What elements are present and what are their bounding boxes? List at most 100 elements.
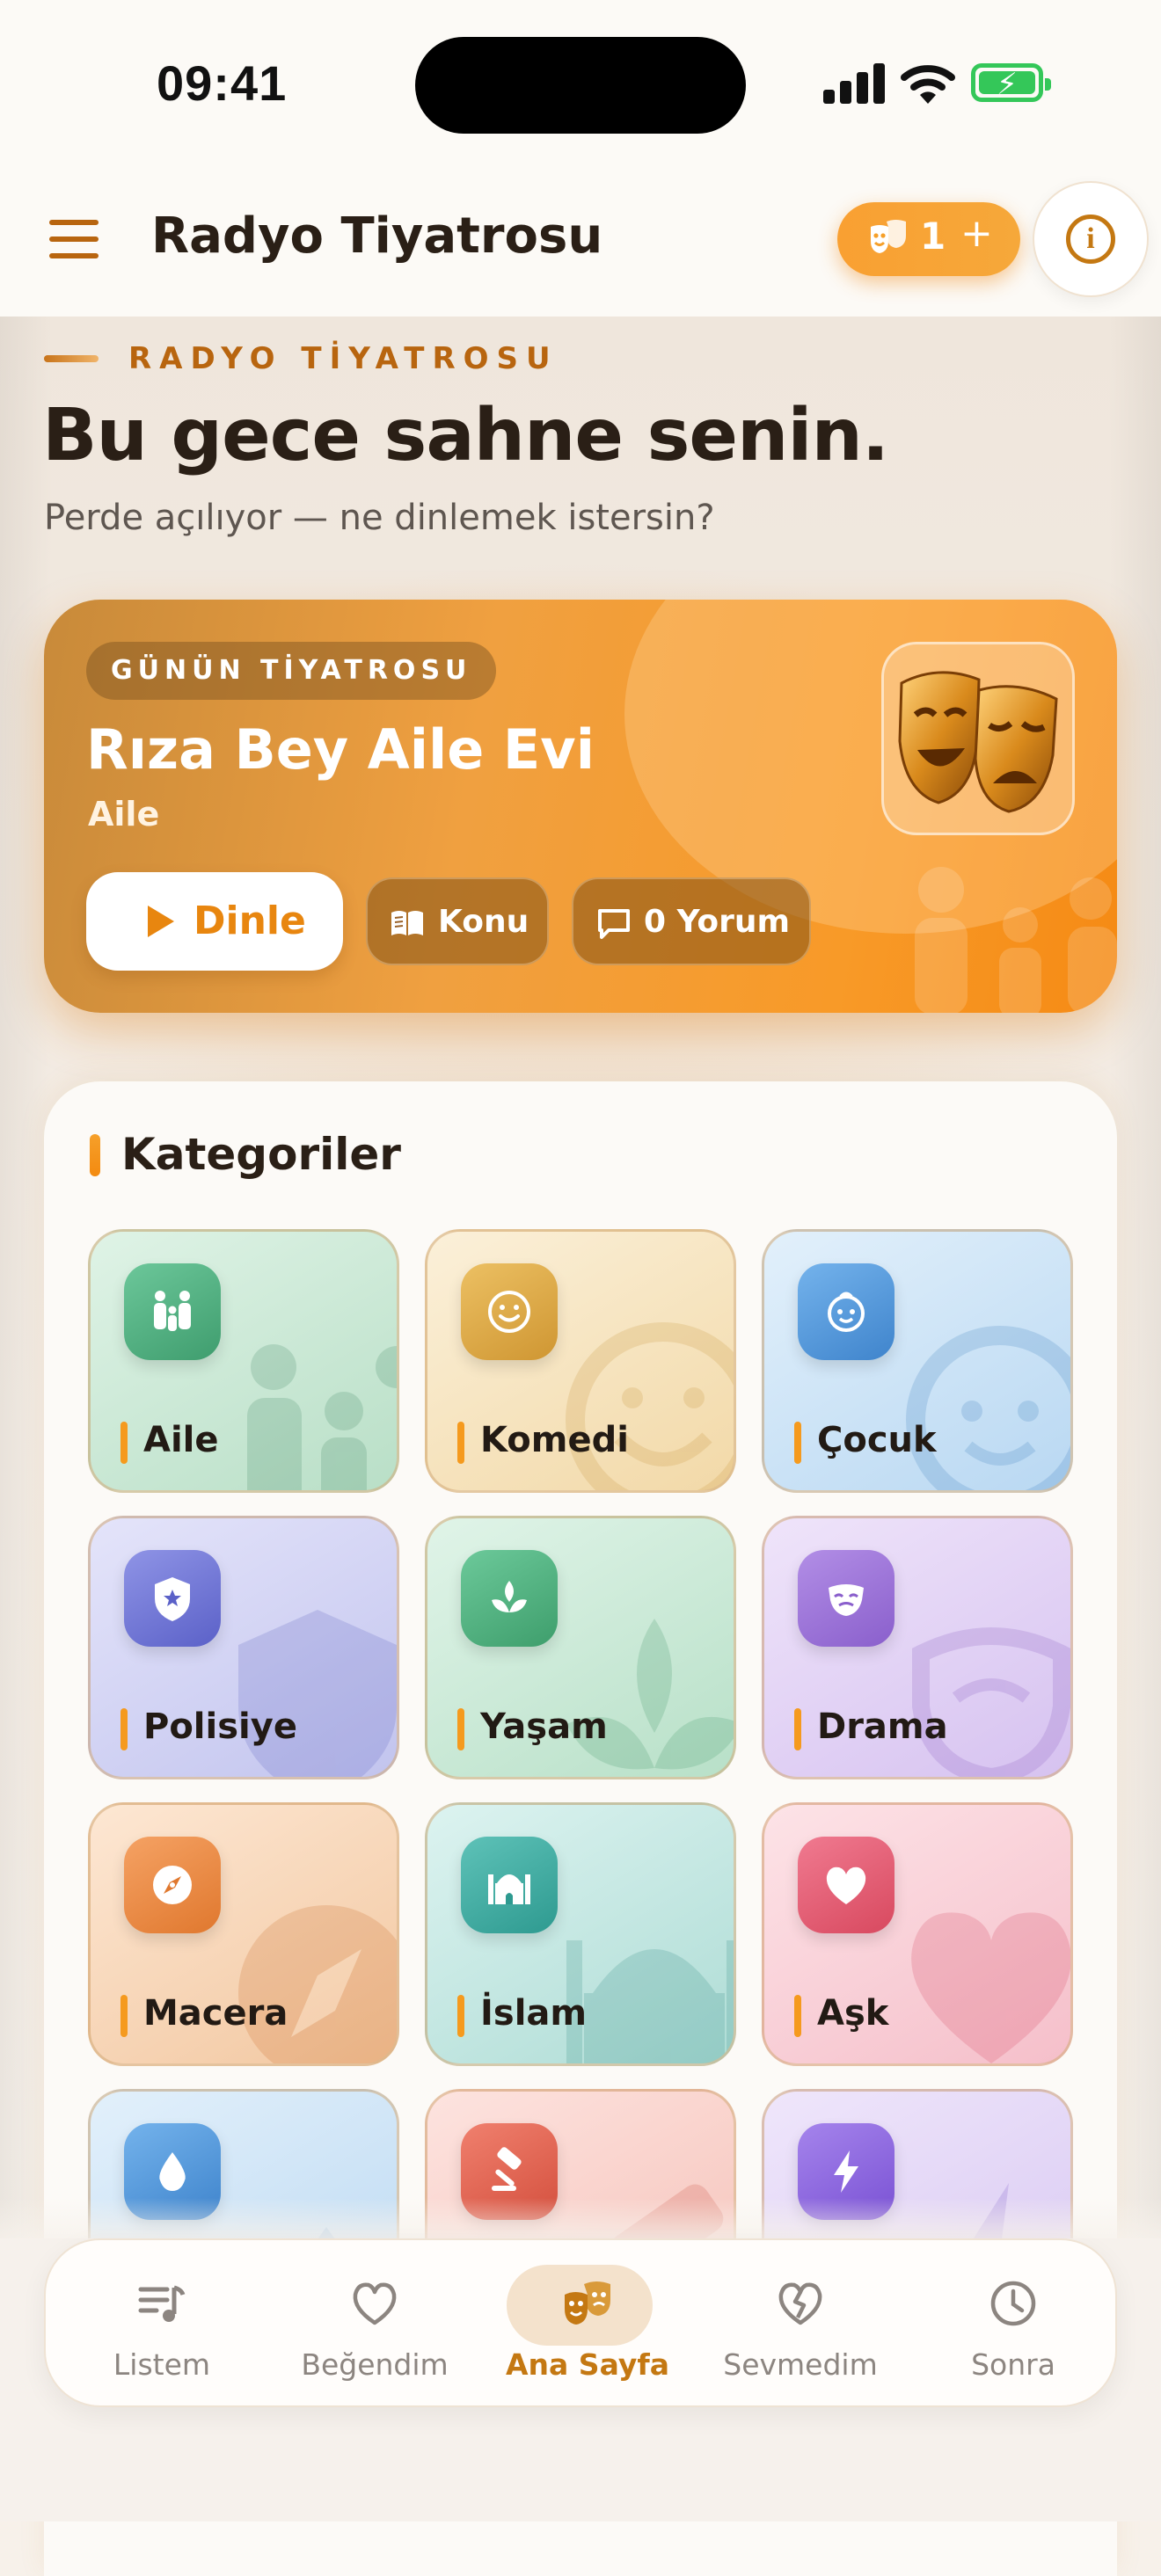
category-cocuk-tile-icon: [798, 1263, 894, 1360]
smiley-icon: [488, 1291, 530, 1333]
category-label: Yaşam: [480, 1706, 608, 1747]
comment-icon: [598, 909, 630, 939]
sprout-icon: [492, 1581, 527, 1612]
theater-masks-artwork: [881, 642, 1075, 835]
category-drama-tile-icon: [798, 1550, 894, 1647]
category-label: İslam: [480, 1993, 588, 2034]
category-ask[interactable]: Aşk: [762, 1802, 1073, 2066]
play-icon: [148, 906, 174, 937]
nav-item-begendim[interactable]: Beğendim: [269, 2240, 480, 2409]
category-macera[interactable]: Macera: [88, 1802, 399, 2066]
mosque-ghost-icon: [566, 1940, 734, 2063]
cellular-signal-icon: [823, 63, 885, 104]
status-bar: 09:41 ⚡: [0, 0, 1161, 167]
tile-accent-bar: [120, 1995, 128, 2037]
category-cocuk[interactable]: Çocuk: [762, 1229, 1073, 1493]
family-watermark-icon: [915, 867, 1117, 1013]
category-islam[interactable]: İslam: [425, 1802, 736, 2066]
category-label: Polisiye: [143, 1706, 297, 1747]
open-book-icon: [391, 911, 423, 935]
hero-eyebrow: RADYO TİYATROSU: [128, 341, 559, 376]
tile-accent-bar: [457, 1708, 464, 1750]
category-label: Aşk: [817, 1993, 889, 2034]
nav-label: Sonra: [971, 2347, 1055, 2382]
hero-headline: Bu gece sahne senin.: [42, 394, 889, 477]
category-label: Macera: [143, 1993, 288, 2034]
eyebrow-accent-line: [44, 355, 99, 362]
listen-label: Dinle: [194, 899, 306, 943]
bottom-navigation: Listem Beğendim Ana Sayfa Sevmedim Sonra: [44, 2238, 1117, 2407]
featured-genre: Aile: [88, 795, 160, 833]
drama-mask-icon: [829, 1584, 864, 1616]
comments-label: 0 Yorum: [644, 904, 790, 940]
comments-button[interactable]: 0 Yorum: [572, 877, 811, 965]
topic-button[interactable]: Konu: [366, 877, 549, 965]
family-icon: [154, 1291, 191, 1331]
credits-count: 1: [920, 215, 946, 258]
category-label: Aile: [143, 1420, 219, 1460]
category-aile-tile-icon: [124, 1263, 221, 1360]
compass-ghost-icon: [238, 1905, 397, 2063]
battery-charging-icon: ⚡: [971, 63, 1051, 102]
heart-icon: [826, 1867, 866, 1904]
police-badge-icon: [155, 1577, 190, 1621]
nav-item-ana-sayfa[interactable]: Ana Sayfa: [482, 2240, 693, 2409]
comedy-tragedy-masks-icon: [898, 671, 1058, 813]
category-ask-tile-icon: [798, 1837, 894, 1933]
broken-heart-icon: [778, 2282, 822, 2325]
family-ghost-icon: [247, 1344, 397, 1490]
featured-badge: GÜNÜN TİYATROSU: [86, 642, 497, 700]
category-islam-tile-icon: [461, 1837, 558, 1933]
lightning-icon: [834, 2150, 858, 2193]
drama-mask-ghost-icon: [912, 1627, 1070, 1777]
category-komedi[interactable]: Komedi: [425, 1229, 736, 1493]
tile-accent-bar: [794, 1995, 801, 2037]
nav-label: Beğendim: [301, 2347, 449, 2382]
police-badge-ghost-icon: [238, 1610, 397, 1777]
category-label: Komedi: [480, 1420, 629, 1460]
tile-accent-bar: [457, 1422, 464, 1464]
hero-subtitle: Perde açılıyor — ne dinlemek istersin?: [44, 498, 715, 538]
nav-item-sevmedim[interactable]: Sevmedim: [695, 2240, 906, 2409]
category-polisiye[interactable]: Polisiye: [88, 1516, 399, 1779]
info-button[interactable]: i: [1033, 181, 1149, 297]
nav-label: Listem: [113, 2347, 211, 2382]
category-polisiye-tile-icon: [124, 1550, 221, 1647]
featured-title: Rıza Bey Aile Evi: [86, 717, 595, 782]
listen-button[interactable]: Dinle: [86, 872, 343, 971]
topic-label: Konu: [438, 904, 529, 940]
app-title: Radyo Tiyatrosu: [151, 207, 603, 265]
categories-title: Kategoriler: [121, 1129, 401, 1180]
section-accent-bar: [90, 1134, 100, 1176]
ticket-credits-button[interactable]: 1 +: [837, 202, 1020, 276]
nav-item-sonra[interactable]: Sonra: [908, 2240, 1119, 2409]
category-yasam-tile-icon: [461, 1550, 558, 1647]
category-drama[interactable]: Drama: [762, 1516, 1073, 1779]
app-header: Radyo Tiyatrosu 1 + i: [0, 167, 1161, 317]
dynamic-island: [415, 37, 746, 134]
nav-label: Ana Sayfa: [506, 2347, 669, 2382]
category-aile[interactable]: Aile: [88, 1229, 399, 1493]
playlist-icon: [138, 2285, 186, 2322]
credits-plus: +: [960, 211, 993, 256]
wifi-icon: [901, 65, 955, 104]
mosque-icon: [488, 1874, 530, 1904]
nav-item-listem[interactable]: Listem: [56, 2240, 267, 2409]
heart-ghost-icon: [911, 1912, 1070, 2063]
sprout-ghost-icon: [566, 1619, 734, 1770]
theater-masks-icon: [871, 220, 906, 253]
category-yasam[interactable]: Yaşam: [425, 1516, 736, 1779]
gavel-icon: [492, 2147, 522, 2191]
smiley-ghost-icon: [566, 1322, 734, 1490]
tile-accent-bar: [794, 1708, 801, 1750]
nav-label: Sevmedim: [723, 2347, 878, 2382]
tile-accent-bar: [120, 1422, 128, 1464]
tile-accent-bar: [794, 1422, 801, 1464]
category-label: Çocuk: [817, 1420, 937, 1460]
hamburger-menu-icon[interactable]: [49, 220, 99, 258]
theater-masks-icon: [565, 2281, 610, 2325]
tile-accent-bar: [120, 1708, 128, 1750]
heart-outline-icon: [353, 2282, 397, 2325]
featured-play-card[interactable]: GÜNÜN TİYATROSU Rıza Bey Aile Evi Aile D…: [44, 600, 1117, 1013]
status-time: 09:41: [157, 55, 288, 111]
